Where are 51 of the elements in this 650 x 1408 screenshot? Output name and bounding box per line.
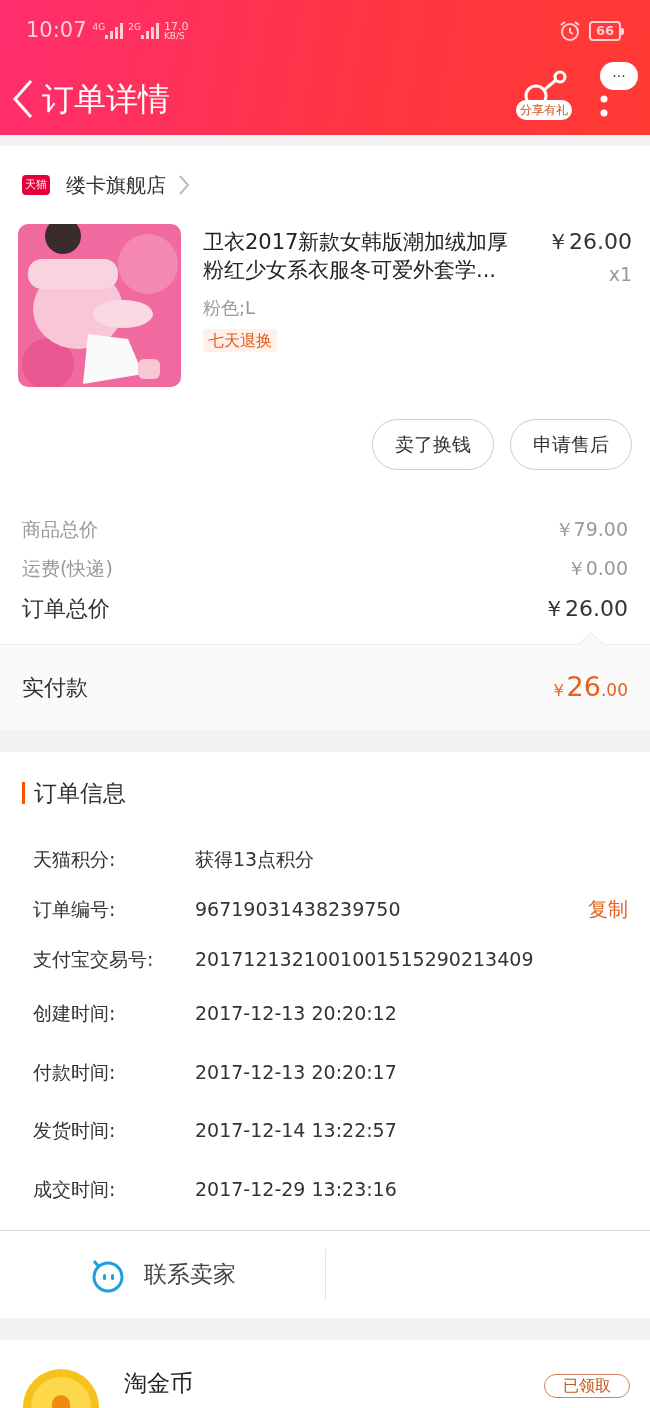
info-label: 付款时间:	[33, 1059, 117, 1085]
copy-link[interactable]: 复制	[588, 894, 628, 924]
paid-label: 实付款	[22, 673, 88, 702]
info-value: 2017121321001001515290213409	[195, 946, 535, 972]
battery-level: 66	[588, 21, 621, 41]
network-label: 4G	[92, 23, 106, 32]
alarm-icon	[558, 20, 581, 42]
status-time: 10:07	[26, 17, 87, 45]
info-label: 订单编号:	[33, 896, 117, 922]
summary-label: 商品总价	[22, 516, 98, 542]
coin-title: 淘金币	[124, 1369, 193, 1398]
signal-icon	[140, 23, 159, 39]
action-button[interactable]: 卖了换钱	[372, 419, 494, 470]
signal-icon	[105, 23, 124, 39]
info-value: 2017-12-29 13:23:16	[195, 1176, 398, 1202]
return-tag: 七天退换	[203, 329, 277, 352]
product-title[interactable]: 卫衣2017新款女韩版潮加绒加厚粉红少女系衣服冬可爱外套学...	[203, 228, 525, 288]
more-button[interactable]: ···	[600, 61, 638, 90]
back-icon[interactable]	[12, 78, 34, 119]
info-label: 天猫积分:	[33, 846, 117, 872]
product-quantity: x1	[608, 262, 632, 287]
speed-unit: KB/S	[163, 32, 186, 41]
store-badge: 天猫	[22, 174, 50, 196]
info-value: 2017-12-13 20:20:12	[195, 1001, 398, 1026]
speed-value: 17.0	[163, 21, 189, 32]
summary-value: ￥79.00	[554, 516, 628, 542]
network-label: 2G	[128, 23, 141, 32]
section-title: 订单信息	[34, 778, 126, 808]
info-value: 96719031438239750	[195, 896, 402, 922]
info-label: 支付宝交易号:	[33, 946, 155, 972]
summary-label: 订单总价	[22, 595, 110, 623]
summary-value: ￥26.00	[543, 595, 628, 623]
claimed-button[interactable]: 已领取	[544, 1374, 630, 1398]
store-name[interactable]: 缕卡旗舰店	[66, 170, 166, 200]
coin-icon	[22, 1368, 100, 1408]
share-button[interactable]: 分享有礼	[516, 69, 572, 120]
page-title: 订单详情	[42, 78, 170, 120]
summary-value: ￥0.00	[566, 555, 628, 581]
chevron-right-icon[interactable]	[178, 174, 190, 196]
paid-amount: ￥26.00	[549, 669, 628, 704]
info-label: 成交时间:	[33, 1176, 117, 1202]
info-value: 获得13点积分	[195, 846, 316, 872]
info-label: 创建时间:	[33, 1001, 117, 1026]
product-variant: 粉色;L	[203, 296, 257, 320]
summary-label: 运费(快递)	[22, 555, 113, 581]
product-price: ￥26.00	[547, 228, 632, 256]
action-button[interactable]: 申请售后	[510, 419, 632, 470]
info-value: 2017-12-13 20:20:17	[195, 1059, 398, 1085]
info-value: 2017-12-14 13:22:57	[195, 1118, 398, 1143]
info-label: 发货时间:	[33, 1118, 117, 1143]
menu-icon[interactable]	[600, 93, 608, 118]
